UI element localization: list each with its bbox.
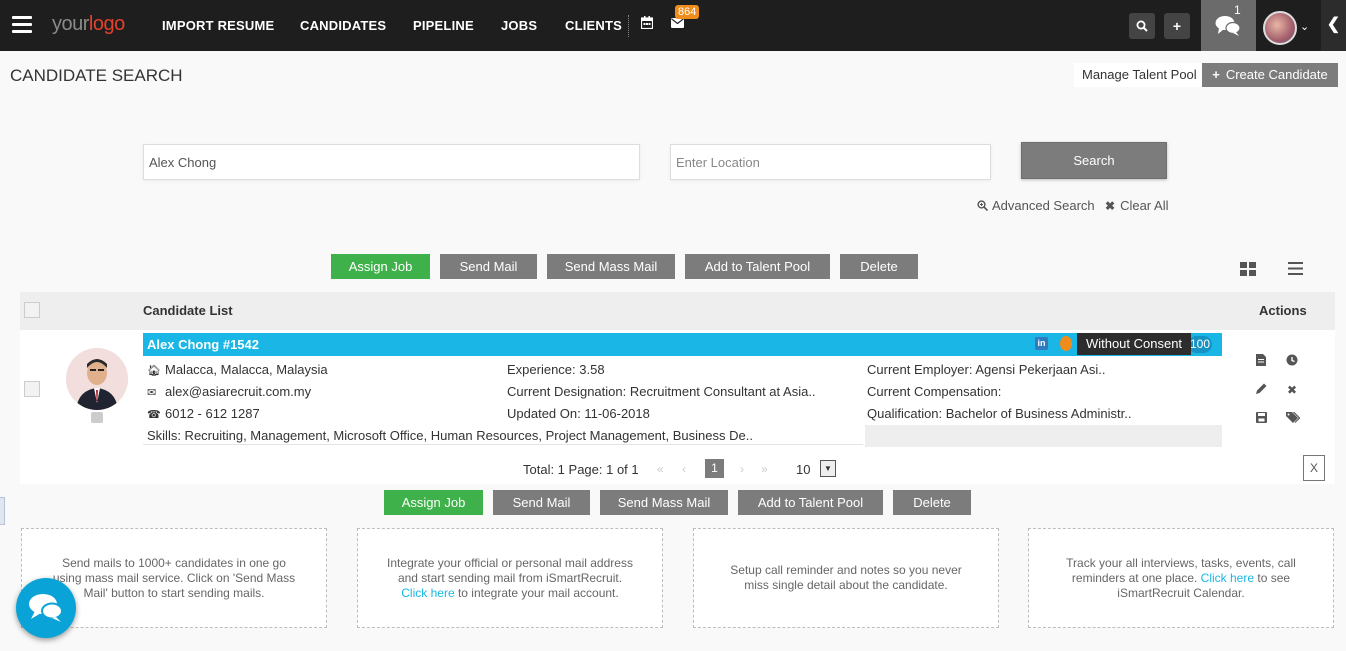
linkedin-icon[interactable]: in	[1035, 337, 1048, 350]
candidate-score-badge: 100	[1188, 336, 1212, 353]
user-avatar[interactable]	[1263, 11, 1297, 45]
mail-count-badge: 864	[675, 5, 700, 19]
nav-pipeline[interactable]: PIPELINE	[413, 18, 474, 33]
search-icon[interactable]	[1129, 13, 1155, 39]
zoom-icon	[977, 200, 989, 212]
page-size-dropdown[interactable]: ▼	[820, 460, 836, 477]
location-input[interactable]	[670, 144, 991, 180]
advanced-search-link[interactable]: Advanced Search	[977, 198, 1095, 213]
candidate-list-title: Candidate List	[143, 303, 233, 318]
envelope-icon: ✉	[147, 387, 157, 399]
live-chat-button[interactable]	[16, 578, 76, 638]
hamburger-menu-icon[interactable]	[12, 16, 32, 34]
history-icon[interactable]	[1286, 354, 1298, 369]
create-candidate-button[interactable]: + Create Candidate	[1202, 63, 1338, 87]
remove-icon[interactable]: ✖	[1287, 383, 1297, 397]
chat-icon	[29, 594, 63, 622]
pagination-summary: Total: 1 Page: 1 of 1	[523, 462, 639, 477]
delete-button-bottom[interactable]: Delete	[893, 490, 971, 515]
candidate-qualification: Qualification: Bachelor of Business Admi…	[867, 406, 1132, 421]
candidate-phone[interactable]: ☎ 6012 - 612 1287	[147, 406, 260, 421]
chat-button[interactable]: 1	[1201, 0, 1256, 51]
assign-job-button[interactable]: Assign Job	[331, 254, 430, 279]
nav-jobs[interactable]: JOBS	[501, 18, 537, 33]
nav-import-resume[interactable]: IMPORT RESUME	[162, 18, 274, 33]
send-mass-mail-button[interactable]: Send Mass Mail	[547, 254, 675, 279]
actions-column-header: Actions	[1259, 303, 1307, 318]
candidate-location: 🏠︎ Malacca, Malacca, Malaysia	[147, 362, 328, 377]
candidate-compensation: Current Compensation:	[867, 384, 1002, 399]
candidate-name-link[interactable]: Alex Chong #1542	[147, 337, 259, 352]
info-card-integrate-mail: Integrate your official or personal mail…	[357, 528, 663, 628]
phone-icon: ☎	[147, 409, 161, 421]
send-mass-mail-button-bottom[interactable]: Send Mass Mail	[600, 490, 728, 515]
info-card-call-reminder: Setup call reminder and notes so you nev…	[693, 528, 999, 628]
current-page-button[interactable]: 1	[705, 459, 724, 478]
collapse-panel-icon[interactable]: ❮	[1321, 0, 1346, 51]
candidate-designation: Current Designation: Recruitment Consult…	[507, 384, 816, 399]
last-page-icon[interactable]: »	[761, 462, 768, 476]
manage-talent-pool-button[interactable]: Manage Talent Pool	[1074, 63, 1205, 87]
page-title: CANDIDATE SEARCH	[10, 66, 183, 85]
add-to-talent-pool-button-bottom[interactable]: Add to Talent Pool	[738, 490, 883, 515]
candidate-updated: Updated On: 11-06-2018	[507, 406, 650, 421]
save-icon[interactable]	[1256, 412, 1267, 426]
assign-job-button-bottom[interactable]: Assign Job	[384, 490, 483, 515]
integrate-mail-link[interactable]: Click here	[401, 586, 454, 600]
candidate-email[interactable]: ✉ alex@asiarecruit.com.my	[147, 384, 311, 399]
candidate-checkbox[interactable]	[24, 381, 40, 397]
select-all-checkbox[interactable]	[24, 302, 40, 318]
list-view-icon[interactable]	[1288, 262, 1303, 280]
calendar-icon[interactable]	[640, 16, 654, 32]
side-panel-handle[interactable]	[0, 497, 5, 525]
top-nav-bar: yourlogo IMPORT RESUME CANDIDATES PIPELI…	[0, 0, 1346, 51]
divider	[143, 444, 863, 445]
first-page-icon[interactable]: «	[657, 462, 664, 476]
candidate-employer: Current Employer: Agensi Pekerjaan Asi..	[867, 362, 1106, 377]
candidate-photo[interactable]	[66, 348, 128, 410]
send-mail-button[interactable]: Send Mail	[440, 254, 537, 279]
add-icon[interactable]: +	[1164, 13, 1190, 39]
logo[interactable]: yourlogo	[52, 13, 125, 36]
plus-icon: +	[1212, 67, 1220, 82]
edit-icon[interactable]	[1256, 383, 1267, 397]
nav-clients[interactable]: CLIENTS	[565, 18, 622, 33]
calendar-link[interactable]: Click here	[1201, 571, 1254, 585]
prev-page-icon[interactable]: ‹	[682, 462, 686, 476]
view-resume-icon[interactable]	[1256, 354, 1266, 369]
extra-info-bar	[865, 425, 1222, 447]
send-mail-button-bottom[interactable]: Send Mail	[493, 490, 590, 515]
consent-status-icon[interactable]	[1060, 336, 1072, 351]
info-card-calendar: Track your all interviews, tasks, events…	[1028, 528, 1334, 628]
consent-tooltip: Without Consent	[1077, 333, 1191, 355]
clear-all-link[interactable]: ✖ Clear All	[1105, 198, 1168, 213]
nav-candidates[interactable]: CANDIDATES	[300, 18, 386, 33]
next-page-icon[interactable]: ›	[740, 462, 744, 476]
chat-bubbles-icon	[1215, 15, 1241, 37]
home-icon: 🏠︎	[147, 365, 161, 377]
delete-button[interactable]: Delete	[840, 254, 918, 279]
page-size-value: 10	[796, 462, 811, 477]
grid-view-icon[interactable]	[1240, 262, 1256, 281]
keyword-search-input[interactable]	[143, 144, 640, 180]
tags-icon[interactable]	[1286, 411, 1301, 427]
add-to-talent-pool-button[interactable]: Add to Talent Pool	[685, 254, 830, 279]
search-button[interactable]: Search	[1021, 142, 1167, 179]
nav-divider	[628, 15, 629, 37]
call-icon[interactable]	[91, 412, 103, 423]
excel-export-icon[interactable]: X	[1303, 455, 1325, 481]
chevron-down-icon[interactable]: ⌄	[1300, 20, 1309, 33]
candidate-skills: Skills: Recruiting, Management, Microsof…	[147, 428, 753, 443]
candidate-experience: Experience: 3.58	[507, 362, 605, 377]
close-icon: ✖	[1105, 199, 1116, 213]
